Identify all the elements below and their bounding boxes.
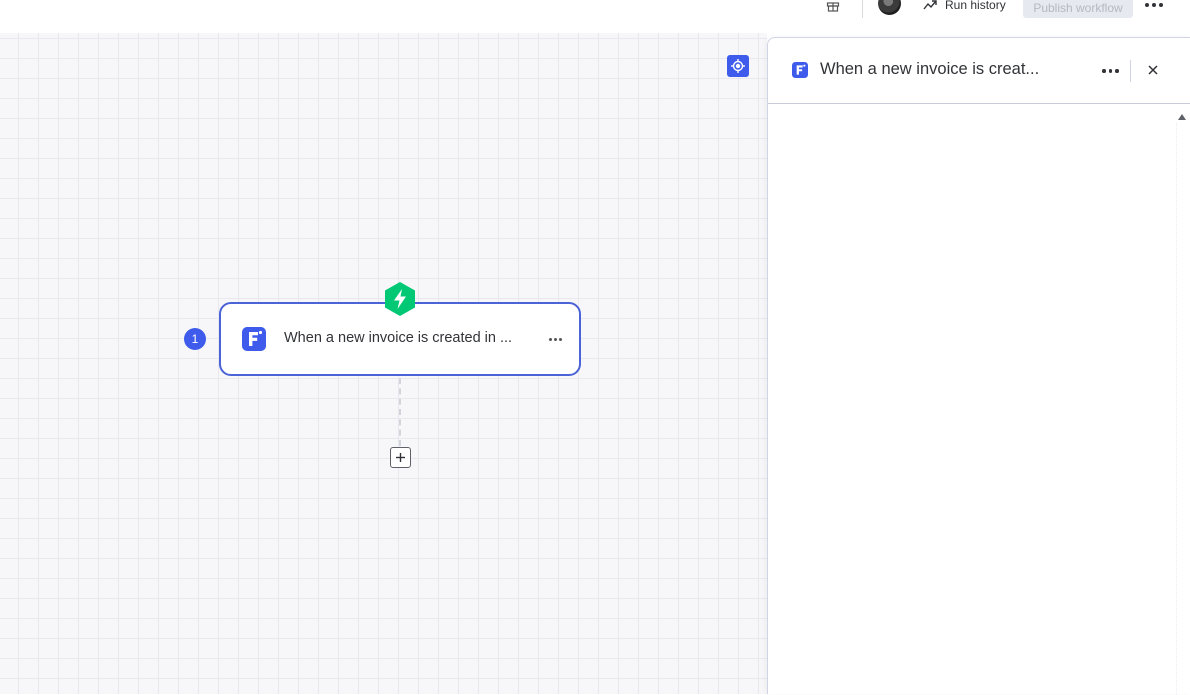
scrollbar[interactable]: [1176, 123, 1188, 695]
run-history-label: Run history: [945, 0, 1006, 12]
panel-title: When a new invoice is creat...: [820, 60, 1040, 78]
publish-label: Publish workflow: [1033, 1, 1123, 15]
trend-icon: [923, 0, 937, 10]
step-number-badge: 1: [184, 328, 206, 350]
panel-header: When a new invoice is creat...: [768, 38, 1190, 104]
top-bar: Run history Publish workflow: [0, 0, 1190, 33]
publish-workflow-button[interactable]: Publish workflow: [1023, 0, 1133, 18]
step-details-panel: When a new invoice is creat...: [767, 37, 1190, 695]
node-title: When a new invoice is created in ...: [284, 330, 513, 346]
connector-line: [399, 378, 401, 446]
close-icon[interactable]: [1146, 63, 1160, 77]
divider: [862, 0, 863, 18]
panel-more-icon[interactable]: [1102, 69, 1119, 73]
plus-icon: [396, 453, 405, 462]
lightning-bolt-icon: [385, 282, 415, 316]
app-logo-icon: [792, 62, 808, 78]
node-more-icon[interactable]: [549, 338, 562, 341]
crosshair-icon: [731, 59, 745, 73]
avatar[interactable]: [878, 0, 901, 15]
add-step-button[interactable]: [390, 447, 411, 468]
app-logo-icon: [242, 327, 266, 351]
scroll-up-icon[interactable]: [1177, 113, 1187, 121]
recenter-button[interactable]: [727, 55, 749, 77]
divider: [1130, 60, 1131, 82]
more-options-icon[interactable]: [1145, 0, 1165, 10]
gift-icon[interactable]: [825, 0, 841, 13]
run-history-button[interactable]: Run history: [923, 0, 1006, 14]
